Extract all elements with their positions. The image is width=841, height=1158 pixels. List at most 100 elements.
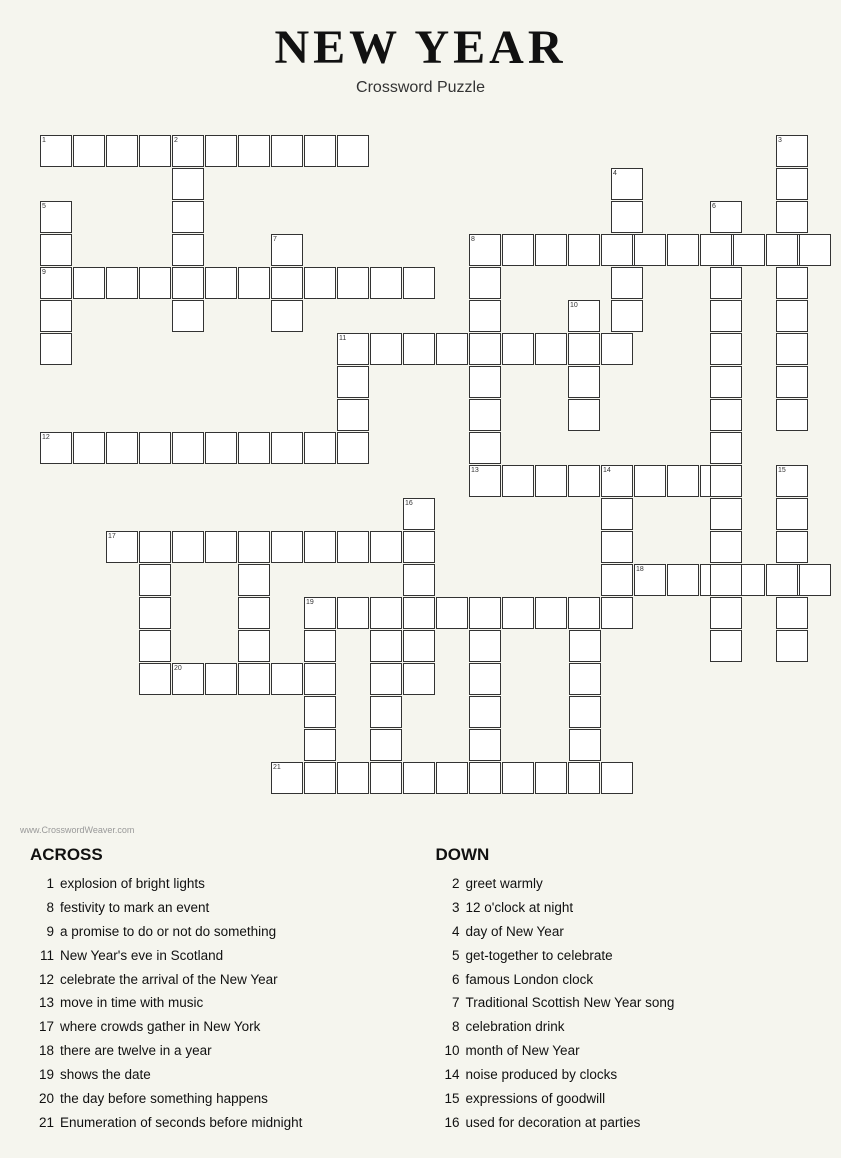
cell-13-5[interactable] [634, 465, 666, 497]
cell-1-5[interactable] [205, 135, 237, 167]
cell-e2[interactable] [469, 663, 501, 695]
cell-f1[interactable] [569, 630, 601, 662]
cell-8-6[interactable] [667, 234, 699, 266]
cell-15-2[interactable] [776, 531, 808, 563]
cell-3-5[interactable] [776, 300, 808, 332]
cell-18-5[interactable] [799, 564, 831, 596]
cell-12-7[interactable] [271, 432, 303, 464]
cell-13-1[interactable] [502, 465, 534, 497]
cell-14-2[interactable] [601, 531, 633, 563]
cell-1-7[interactable] [271, 135, 303, 167]
cell-a4[interactable] [139, 663, 171, 695]
cell-a3[interactable] [139, 630, 171, 662]
cell-1-1[interactable] [73, 135, 105, 167]
cell-17-0[interactable]: 17 [106, 531, 138, 563]
cell-6-9[interactable] [710, 498, 742, 530]
cell-e4[interactable] [469, 729, 501, 761]
cell-17-6[interactable] [304, 531, 336, 563]
cell-6-0[interactable]: 6 [710, 201, 742, 233]
cell-11d-3[interactable] [337, 432, 369, 464]
cell-21-8[interactable] [535, 762, 567, 794]
cell-13-3[interactable] [568, 465, 600, 497]
cell-19-2[interactable] [370, 597, 402, 629]
cell-3-8[interactable] [776, 399, 808, 431]
cell-21-5[interactable] [436, 762, 468, 794]
cell-17-2[interactable] [172, 531, 204, 563]
cell-9-5[interactable] [205, 267, 237, 299]
cell-3-6[interactable] [776, 333, 808, 365]
cell-3-2[interactable] [776, 201, 808, 233]
cell-1-6[interactable] [238, 135, 270, 167]
cell-11d-2[interactable] [337, 399, 369, 431]
cell-21-4[interactable] [403, 762, 435, 794]
cell-19-9[interactable] [601, 597, 633, 629]
cell-6-2[interactable] [710, 267, 742, 299]
cell-20-3[interactable] [271, 663, 303, 695]
cell-f4[interactable] [569, 729, 601, 761]
cell-5-3[interactable] [40, 300, 72, 332]
cell-2-3[interactable] [172, 234, 204, 266]
cell-d3[interactable] [370, 696, 402, 728]
cell-7-2[interactable] [271, 300, 303, 332]
cell-5-4[interactable] [40, 333, 72, 365]
cell-d4[interactable] [370, 729, 402, 761]
cell-5-1[interactable] [40, 234, 72, 266]
cell-20-1[interactable] [205, 663, 237, 695]
cell-6-5[interactable] [710, 366, 742, 398]
cell-6-12[interactable] [710, 597, 742, 629]
cell-14-1[interactable] [601, 498, 633, 530]
cell-8-10[interactable] [799, 234, 831, 266]
cell-8d-1[interactable] [469, 267, 501, 299]
cell-10-0[interactable]: 10 [568, 300, 600, 332]
cell-8-8[interactable] [733, 234, 765, 266]
cell-12-1[interactable] [73, 432, 105, 464]
cell-17-4[interactable] [238, 531, 270, 563]
cell-20-0[interactable]: 20 [172, 663, 204, 695]
cell-3-top[interactable]: 3 [776, 135, 808, 167]
cell-6-7[interactable] [710, 432, 742, 464]
cell-12-6[interactable] [238, 432, 270, 464]
cell-11-6[interactable] [535, 333, 567, 365]
cell-21-10[interactable] [601, 762, 633, 794]
cell-15-4[interactable] [776, 597, 808, 629]
cell-8d-4[interactable] [469, 366, 501, 398]
cell-6-4[interactable] [710, 333, 742, 365]
cell-9-11[interactable] [403, 267, 435, 299]
cell-16-2[interactable] [403, 564, 435, 596]
cell-16-4[interactable] [403, 630, 435, 662]
cell-9-9[interactable] [337, 267, 369, 299]
cell-3-4[interactable] [776, 267, 808, 299]
cell-12-0[interactable]: 12 [40, 432, 72, 464]
cell-21-7[interactable] [502, 762, 534, 794]
cell-19-5[interactable] [469, 597, 501, 629]
cell-11-8[interactable] [601, 333, 633, 365]
cell-20-2[interactable] [238, 663, 270, 695]
cell-9-10[interactable] [370, 267, 402, 299]
cell-8-9[interactable] [766, 234, 798, 266]
cell-19-4[interactable] [436, 597, 468, 629]
cell-1-3[interactable] [139, 135, 171, 167]
cell-4-4[interactable] [611, 300, 643, 332]
cell-d1[interactable] [370, 630, 402, 662]
cell-c2[interactable] [304, 663, 336, 695]
cell-19-6[interactable] [502, 597, 534, 629]
cell-11-4[interactable] [469, 333, 501, 365]
cell-14-3[interactable] [601, 564, 633, 596]
cell-11d-1[interactable] [337, 366, 369, 398]
cell-8-3[interactable] [568, 234, 600, 266]
cell-21-3[interactable] [370, 762, 402, 794]
cell-16-0[interactable]: 16 [403, 498, 435, 530]
cell-1-0[interactable]: 1 [40, 135, 72, 167]
cell-11-5[interactable] [502, 333, 534, 365]
cell-9-8[interactable] [304, 267, 336, 299]
cell-6-11[interactable] [710, 564, 742, 596]
cell-4-3[interactable] [611, 267, 643, 299]
cell-b3[interactable] [238, 630, 270, 662]
cell-17-8[interactable] [370, 531, 402, 563]
cell-13-0[interactable]: 13 [469, 465, 501, 497]
cell-9-6[interactable] [238, 267, 270, 299]
cell-f2[interactable] [569, 663, 601, 695]
cell-18-1[interactable] [667, 564, 699, 596]
cell-17-3[interactable] [205, 531, 237, 563]
cell-15-1[interactable] [776, 498, 808, 530]
